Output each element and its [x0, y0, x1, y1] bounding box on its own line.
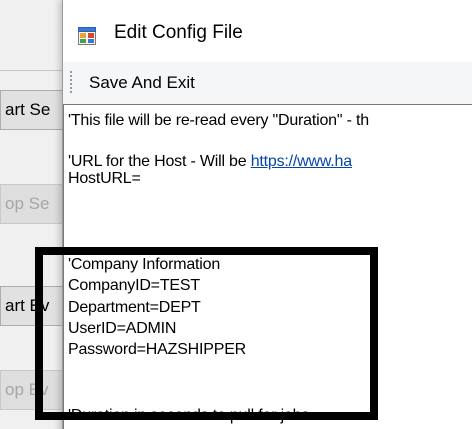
- save-and-exit-menu-item[interactable]: Save And Exit: [89, 73, 195, 93]
- editor-line: 'Company Information: [68, 256, 221, 273]
- editor-line: 'This file will be re-read every "Durati…: [68, 112, 369, 129]
- editor-line: HostURL=: [68, 170, 141, 187]
- screen: art Se op Se art Ev op Ev Edit Config Fi…: [0, 0, 472, 429]
- config-text-editor[interactable]: 'This file will be re-read every "Durati…: [63, 104, 472, 429]
- editor-line: Password=HAZSHIPPER: [68, 341, 247, 358]
- window-title: Edit Config File: [114, 22, 243, 43]
- background-window: art Se op Se art Ev op Ev: [0, 0, 78, 429]
- application-window-icon: [78, 27, 96, 45]
- host-url-link[interactable]: https://www.ha: [251, 153, 352, 170]
- title-bar[interactable]: Edit Config File: [63, 0, 472, 62]
- toolbar: Save And Exit: [63, 62, 472, 105]
- url-comment-text: 'URL for the Host - Will be: [68, 153, 251, 170]
- editor-line: CompanyID=TEST: [68, 277, 200, 294]
- editor-line: 'Duration in seconds to pull for jobs: [68, 407, 310, 424]
- edit-config-dialog: Edit Config File Save And Exit 'This fil…: [62, 0, 472, 429]
- toolbar-grip-handle[interactable]: [70, 71, 72, 95]
- editor-line: UserID=ADMIN: [68, 320, 177, 337]
- editor-line: Department=DEPT: [68, 299, 201, 316]
- background-divider: [0, 70, 66, 71]
